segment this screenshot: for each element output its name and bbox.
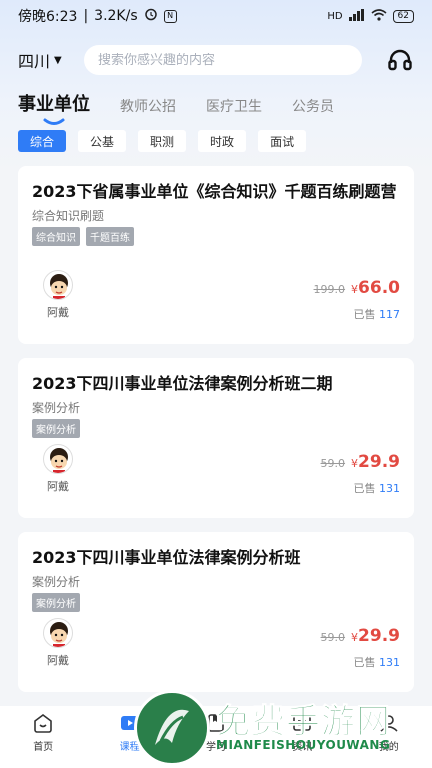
sold-count: 已售 131 <box>353 482 401 495</box>
price-row: 59.0 ¥29.9 <box>321 452 400 472</box>
sold-count: 已售 131 <box>353 656 401 669</box>
subtab-gongji[interactable]: 公基 <box>78 130 127 152</box>
alarm-icon <box>144 7 158 25</box>
course-title: 2023下省属事业单位《综合知识》千题百练刷题营 <box>32 182 397 201</box>
teacher-name: 阿戴 <box>47 654 69 667</box>
teacher-info: 阿戴 <box>38 618 78 668</box>
search-input[interactable] <box>98 52 348 68</box>
course-card[interactable]: 2023下省属事业单位《综合知识》千题百练刷题营 综合知识刷题 综合知识 千题百… <box>18 166 414 344</box>
active-tab-indicator <box>43 118 65 125</box>
course-tag: 综合知识 <box>32 227 80 246</box>
headset-icon[interactable] <box>386 46 414 74</box>
course-subtitle: 案例分析 <box>32 575 81 589</box>
course-tags: 案例分析 <box>32 419 400 438</box>
tab-shiye-danwei[interactable]: 事业单位 <box>18 90 90 126</box>
tab-gongwuyuan[interactable]: 公务员 <box>292 96 334 126</box>
course-tag: 案例分析 <box>32 593 80 612</box>
teacher-name: 阿戴 <box>47 480 69 493</box>
course-title: 2023下四川事业单位法律案例分析班二期 <box>32 374 333 393</box>
current-price: 66.0 <box>358 278 400 298</box>
teacher-avatar <box>43 444 73 474</box>
teacher-info: 阿戴 <box>38 444 78 494</box>
nav-label: 首页 <box>33 742 54 753</box>
status-bar: 傍晚6:23 | 3.2K/s N HD 62 <box>0 0 432 32</box>
original-price: 59.0 <box>320 631 346 644</box>
subtab-shizheng[interactable]: 时政 <box>198 130 247 152</box>
nav-home[interactable]: 首页 <box>13 712 73 768</box>
course-title: 2023下四川事业单位法律案例分析班 <box>32 548 301 567</box>
course-subtitle: 案例分析 <box>32 401 81 415</box>
search-bar[interactable] <box>84 45 362 75</box>
subtab-zonghe[interactable]: 综合 <box>18 130 67 152</box>
wifi-icon <box>371 8 387 24</box>
course-card[interactable]: 2023下四川事业单位法律案例分析班 案例分析 案例分析 阿戴 59.0 ¥29… <box>18 532 414 692</box>
current-price: 29.9 <box>358 626 400 646</box>
original-price: 59.0 <box>320 457 346 470</box>
watermark-title: 免费手游网 <box>216 702 391 743</box>
teacher-avatar <box>43 270 73 300</box>
nfc-icon: N <box>163 9 177 23</box>
course-tag: 千题百练 <box>86 227 134 246</box>
course-tags: 案例分析 <box>32 593 400 612</box>
currency-symbol: ¥ <box>351 457 359 470</box>
original-price: 199.0 <box>313 283 346 296</box>
subtab-mianshi[interactable]: 面试 <box>258 130 307 152</box>
region-label: 四川 <box>18 52 51 71</box>
home-icon <box>32 712 54 734</box>
sold-count: 已售 117 <box>353 308 401 321</box>
network-speed: 3.2K/s <box>94 8 138 24</box>
current-price: 29.9 <box>358 452 400 472</box>
battery-indicator: 62 <box>392 9 414 23</box>
tab-jiaoshi-gongzhao[interactable]: 教师公招 <box>120 96 176 126</box>
caret-down-icon: ▼ <box>54 54 62 66</box>
course-card[interactable]: 2023下四川事业单位法律案例分析班二期 案例分析 案例分析 阿戴 59.0 ¥… <box>18 358 414 518</box>
watermark-subtitle: MIANFEISHOUYOUWANG <box>216 738 391 752</box>
currency-symbol: ¥ <box>351 283 359 296</box>
currency-symbol: ¥ <box>351 631 359 644</box>
sub-category-tabs: 综合 公基 职测 时政 面试 <box>18 130 307 152</box>
teacher-info: 阿戴 <box>38 270 78 320</box>
watermark: 免费手游网 MIANFEISHOUYOUWANG <box>134 690 432 768</box>
teacher-name: 阿戴 <box>47 306 69 319</box>
subtab-zhice[interactable]: 职测 <box>138 130 187 152</box>
signal-label: HD <box>327 10 343 22</box>
price-row: 59.0 ¥29.9 <box>321 626 400 646</box>
signal-icon <box>348 8 365 24</box>
region-selector[interactable]: 四川 ▼ <box>18 48 84 72</box>
status-time: 傍晚6:23 <box>18 9 78 25</box>
course-tags: 综合知识 千题百练 <box>32 227 400 246</box>
price-row: 199.0 ¥66.0 <box>314 278 400 298</box>
category-tabs: 事业单位 教师公招 医疗卫生 公务员 <box>18 90 334 126</box>
course-tag: 案例分析 <box>32 419 80 438</box>
tab-yiliao-weisheng[interactable]: 医疗卫生 <box>206 96 262 126</box>
search-header: 四川 ▼ <box>0 42 432 78</box>
course-subtitle: 综合知识刷题 <box>32 209 105 223</box>
watermark-logo <box>134 690 210 766</box>
teacher-avatar <box>43 618 73 648</box>
